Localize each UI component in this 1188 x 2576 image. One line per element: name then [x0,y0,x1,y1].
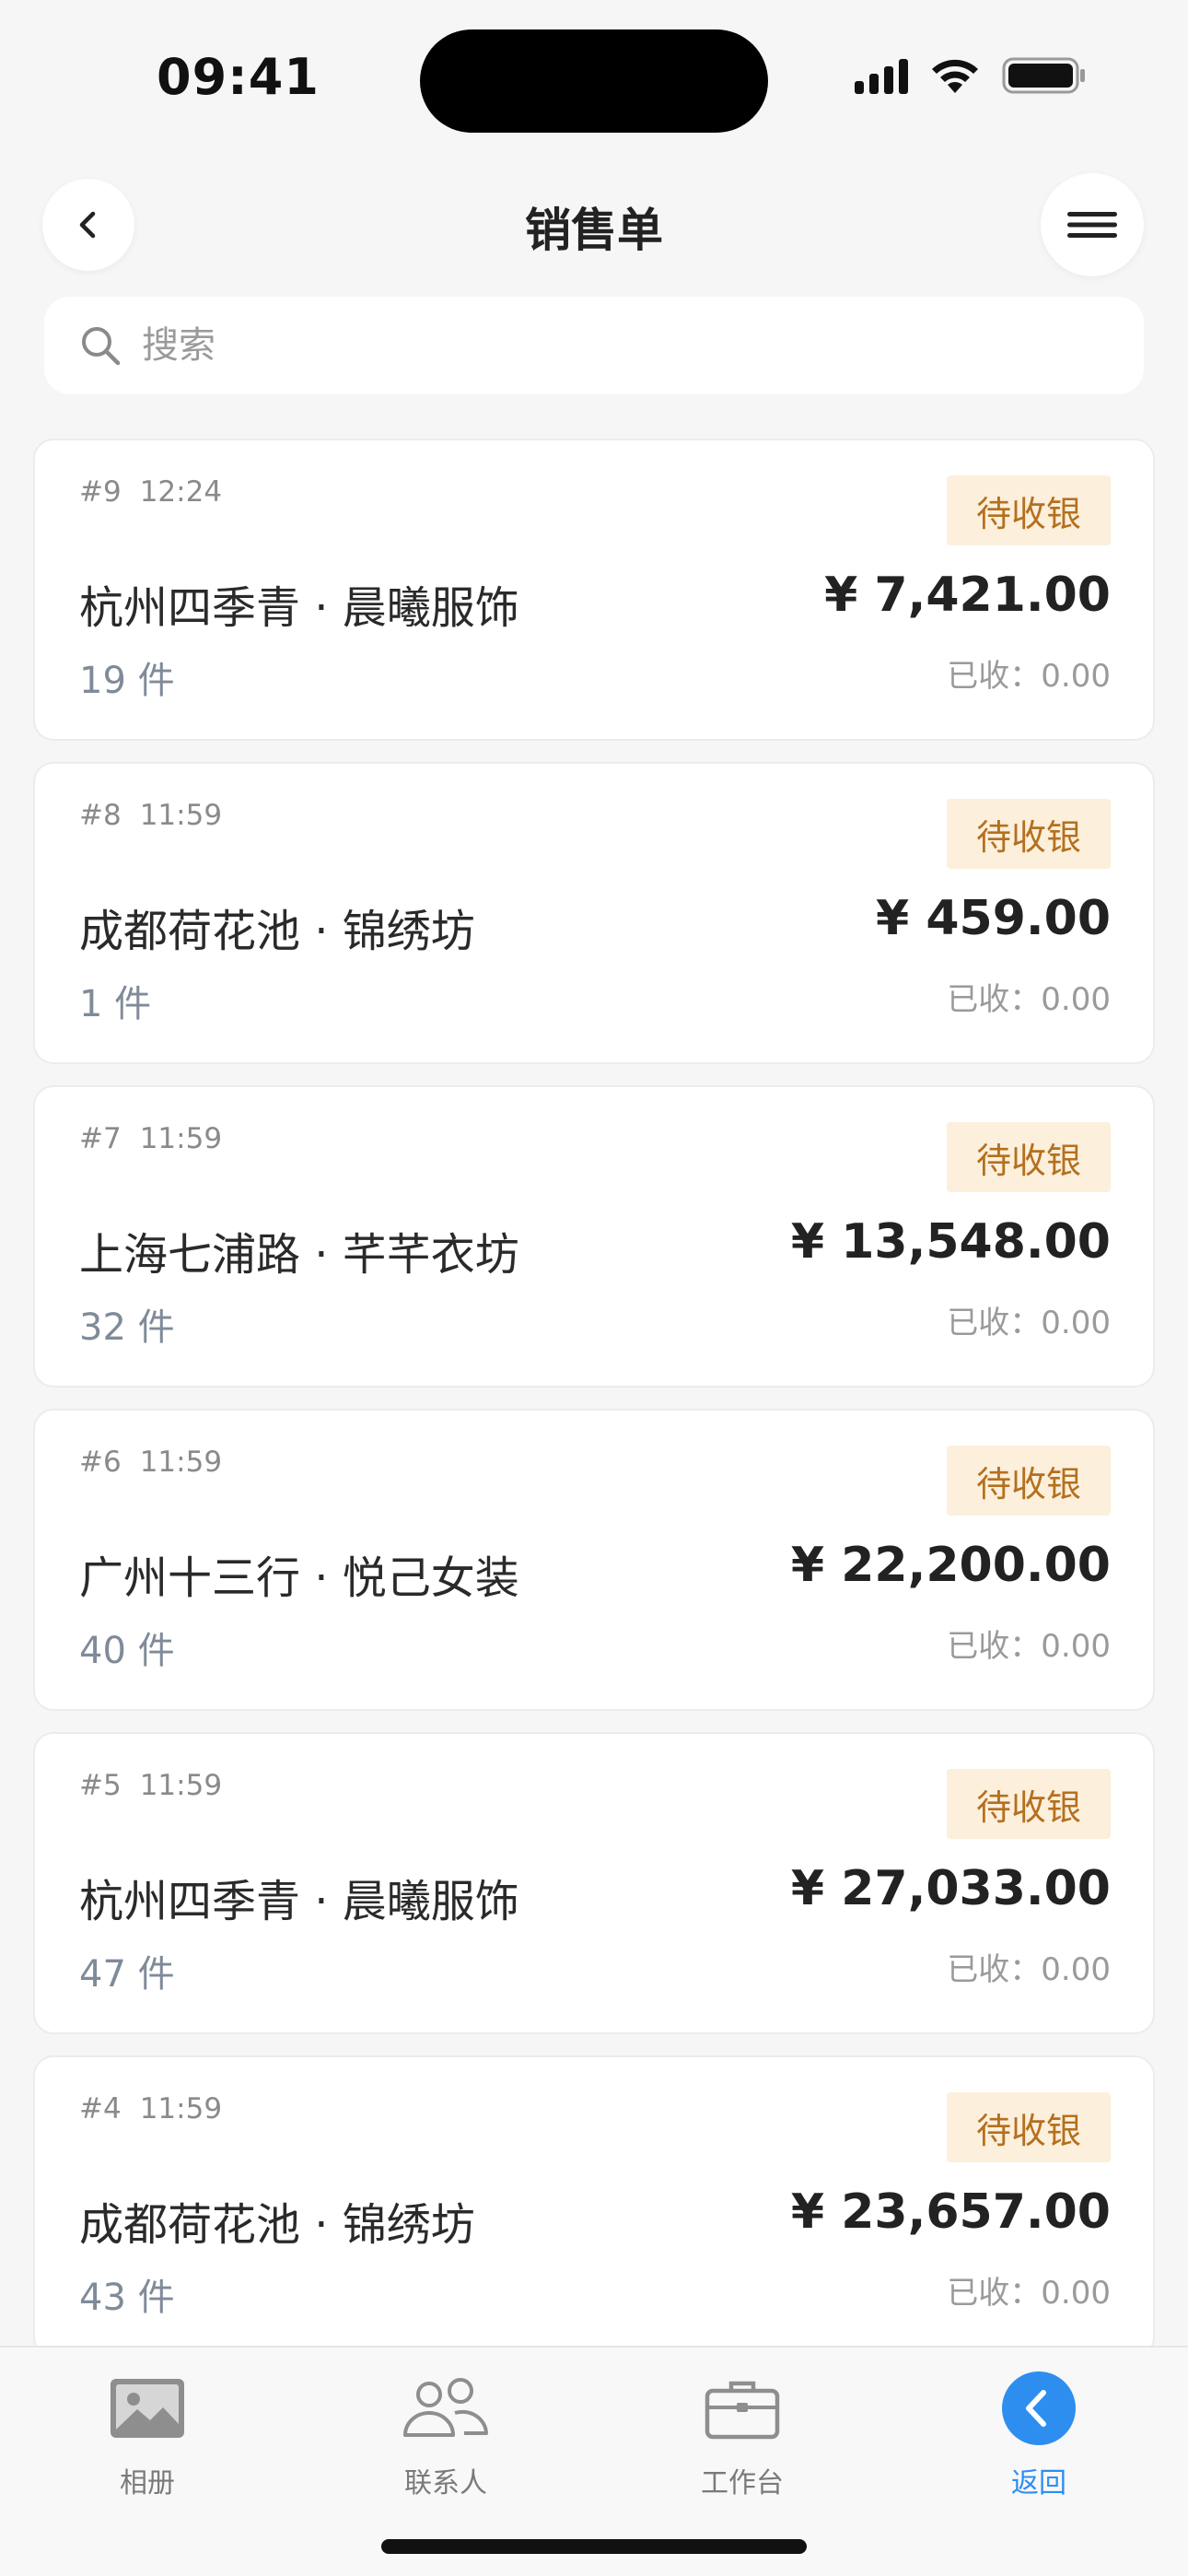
order-meta: #8 11:59 [79,799,222,832]
item-count: 47 件 [79,1953,175,1996]
order-meta: #9 12:24 [79,475,222,509]
search-input[interactable] [142,324,971,367]
tab-label: 相册 [120,2467,175,2500]
search-bar[interactable] [44,297,1144,394]
order-meta: #7 11:59 [79,1122,222,1155]
paid-amount: 已收：0.00 [947,1628,1111,1665]
order-time: 11:59 [139,799,223,832]
back-circle-icon [1002,2371,1076,2445]
dynamic-island [420,29,768,133]
order-amount: ¥ 22,200.00 [790,1538,1111,1593]
status-badge: 待收银 [947,799,1111,869]
tab-contacts[interactable]: 联系人 [354,2362,538,2500]
wifi-icon [932,59,978,93]
order-number: #7 [79,1122,122,1155]
tab-label: 返回 [1011,2467,1066,2500]
paid-amount: 已收：0.00 [947,1951,1111,1988]
paid-amount: 已收：0.00 [947,1305,1111,1341]
order-number: #4 [79,2092,122,2125]
customer-name: 广州十三行 · 悦己女装 [79,1552,519,1604]
order-number: #8 [79,799,122,832]
customer-name: 杭州四季青 · 晨曦服饰 [79,582,519,634]
search-icon [82,327,121,366]
order-card-9[interactable]: #9 12:24 待收银 杭州四季青 · 晨曦服饰 ¥ 7,421.00 19 件… [33,439,1155,741]
status-badge: 待收银 [947,1446,1111,1516]
order-time: 11:59 [139,1769,223,1802]
status-time: 09:41 [157,48,320,106]
status-badge: 待收银 [947,2092,1111,2162]
sales-order-page: 09:41 销售单 搜索 #9 12:24 待收银 杭州四季青 · 晨曦服饰 ¥… [0,0,1188,2576]
status-badge: 待收银 [947,475,1111,545]
hamburger-icon [1067,212,1117,238]
status-bar: 09:41 [0,0,1188,147]
order-list: #9 12:24 待收银 杭州四季青 · 晨曦服饰 ¥ 7,421.00 19 件… [33,439,1155,2379]
home-indicator[interactable] [381,2539,807,2554]
order-number: #6 [79,1446,122,1479]
order-meta: #4 11:59 [79,2092,222,2125]
order-amount: ¥ 23,657.00 [790,2184,1111,2240]
order-time: 11:59 [139,2092,223,2125]
order-number: #9 [79,475,122,509]
customer-name: 杭州四季青 · 晨曦服饰 [79,1876,519,1927]
header: 销售单 [0,166,1188,286]
item-count: 43 件 [79,2277,175,2319]
customer-name: 成都荷花池 · 锦绣坊 [79,2199,475,2251]
order-amount: ¥ 13,548.00 [790,1214,1111,1270]
page-title: 销售单 [525,204,663,257]
order-amount: ¥ 459.00 [876,891,1111,946]
order-amount: ¥ 27,033.00 [790,1861,1111,1916]
order-card-6[interactable]: #6 11:59 待收银 广州十三行 · 悦己女装 ¥ 22,200.00 40 … [33,1409,1155,1711]
order-time: 11:59 [139,1446,223,1479]
tab-back[interactable]: 返回 [947,2362,1131,2500]
paid-amount: 已收：0.00 [947,2275,1111,2312]
order-time: 11:59 [139,1122,223,1155]
order-card-8[interactable]: #8 11:59 待收银 成都荷花池 · 锦绣坊 ¥ 459.00 1 件 已收：… [33,762,1155,1064]
contacts-icon [403,2378,488,2437]
item-count: 40 件 [79,1630,175,1672]
tab-label: 工作台 [701,2467,784,2500]
signal-icon [855,57,908,94]
item-count: 32 件 [79,1306,175,1349]
order-number: #5 [79,1769,122,1802]
menu-button[interactable] [1041,173,1144,276]
battery-icon [1002,57,1085,94]
order-amount: ¥ 7,421.00 [824,568,1111,623]
briefcase-icon [705,2381,780,2440]
tab-workbench[interactable]: 工作台 [650,2362,834,2500]
order-card-7[interactable]: #7 11:59 待收银 上海七浦路 · 芊芊衣坊 ¥ 13,548.00 32 … [33,1085,1155,1388]
customer-name: 上海七浦路 · 芊芊衣坊 [79,1229,519,1281]
status-icons [855,55,1087,96]
item-count: 1 件 [79,983,152,1025]
order-card-4[interactable]: #4 11:59 待收银 成都荷花池 · 锦绣坊 ¥ 23,657.00 43 件… [33,2055,1155,2358]
order-meta: #6 11:59 [79,1446,222,1479]
item-count: 19 件 [79,660,175,702]
paid-amount: 已收：0.00 [947,981,1111,1018]
order-card-5[interactable]: #5 11:59 待收银 杭州四季青 · 晨曦服饰 ¥ 27,033.00 47 … [33,1732,1155,2034]
status-badge: 待收银 [947,1769,1111,1839]
tab-photos[interactable]: 相册 [55,2362,239,2500]
order-meta: #5 11:59 [79,1769,222,1802]
status-badge: 待收银 [947,1122,1111,1192]
tab-label: 联系人 [404,2467,487,2500]
photo-icon [111,2379,184,2438]
order-time: 12:24 [139,475,223,509]
customer-name: 成都荷花池 · 锦绣坊 [79,906,475,957]
paid-amount: 已收：0.00 [947,658,1111,695]
